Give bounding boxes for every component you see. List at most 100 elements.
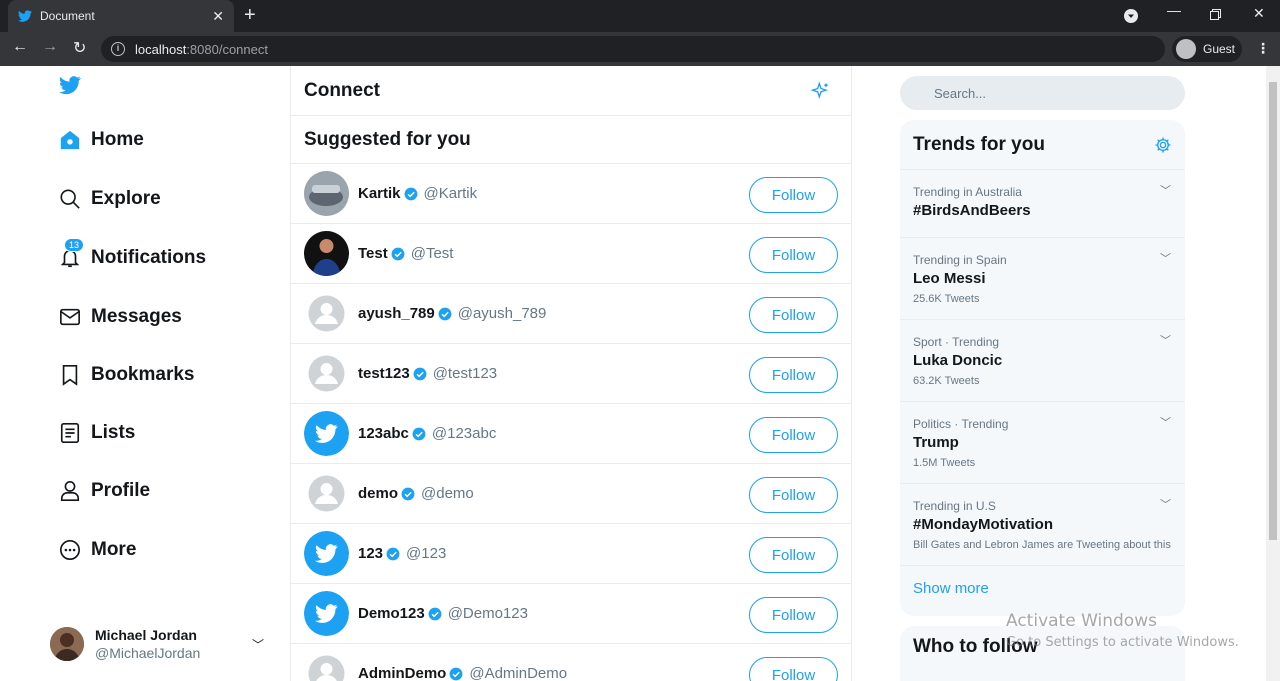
account-handle: @MichaelJordan — [95, 645, 201, 661]
user-row[interactable]: test123 @test123 Follow — [291, 344, 851, 404]
user-handle: @123 — [406, 545, 447, 562]
who-to-follow-title: Who to follow — [913, 636, 1038, 657]
list-icon — [58, 421, 82, 445]
nav-messages[interactable]: Messages — [58, 305, 182, 329]
follow-button[interactable]: Follow — [749, 237, 838, 273]
show-more-link[interactable]: Show more — [900, 566, 1185, 611]
user-name[interactable]: Test — [358, 245, 388, 262]
nav-lists[interactable]: Lists — [58, 421, 135, 445]
user-handle: @demo — [421, 485, 474, 502]
restore-icon[interactable] — [1210, 9, 1221, 20]
user-avatar[interactable] — [304, 351, 349, 396]
search-input[interactable]: Search... — [900, 76, 1185, 110]
follow-button[interactable]: Follow — [749, 657, 838, 681]
trend-item[interactable]: Politics · Trending Trump 1.5M Tweets ﹀ — [900, 402, 1185, 484]
user-avatar[interactable] — [304, 651, 349, 681]
main-header: Connect — [291, 66, 851, 116]
close-window-icon[interactable]: ✕ — [1253, 5, 1265, 22]
sparkle-icon[interactable] — [811, 80, 831, 101]
trend-item[interactable]: Trending in Australia #BirdsAndBeers ﹀ — [900, 170, 1185, 238]
trend-context: Sport · Trending — [913, 335, 1000, 349]
twitter-logo-icon[interactable] — [58, 74, 82, 96]
browser-tab[interactable]: Document ✕ — [8, 0, 234, 32]
follow-button[interactable]: Follow — [749, 357, 838, 393]
guest-profile-button[interactable]: Guest — [1172, 36, 1242, 62]
account-switcher[interactable]: Michael Jordan @MichaelJordan ﹀ — [50, 626, 272, 662]
nav-explore-label: Explore — [91, 188, 161, 209]
bell-icon: 13 — [58, 238, 85, 270]
nav-bookmarks[interactable]: Bookmarks — [58, 363, 195, 387]
follow-button[interactable]: Follow — [749, 597, 838, 633]
user-name[interactable]: Kartik — [358, 185, 401, 202]
trend-name: #BirdsAndBeers — [913, 202, 1031, 219]
user-avatar[interactable] — [304, 591, 349, 636]
page-scrollbar[interactable] — [1266, 66, 1280, 681]
verified-badge-icon — [412, 427, 426, 440]
address-bar[interactable]: i localhost:8080/connect — [101, 36, 1165, 62]
user-row[interactable]: ayush_789 @ayush_789 Follow — [291, 284, 851, 344]
nav-home-label: Home — [91, 129, 144, 150]
user-avatar[interactable] — [304, 411, 349, 456]
user-row[interactable]: Demo123 @Demo123 Follow — [291, 584, 851, 644]
profile-menu-icon[interactable] — [1124, 9, 1138, 23]
follow-button[interactable]: Follow — [749, 477, 838, 513]
forward-icon[interactable]: → — [42, 38, 58, 56]
follow-button[interactable]: Follow — [749, 297, 838, 333]
back-icon[interactable]: ← — [12, 38, 28, 56]
site-info-icon[interactable]: i — [111, 42, 125, 56]
user-name[interactable]: Demo123 — [358, 605, 425, 622]
nav-home[interactable]: Home — [58, 128, 144, 152]
user-name[interactable]: demo — [358, 485, 398, 502]
user-row[interactable]: AdminDemo @AdminDemo Follow — [291, 644, 851, 681]
follow-button[interactable]: Follow — [749, 537, 838, 573]
follow-button[interactable]: Follow — [749, 177, 838, 213]
user-avatar[interactable] — [304, 171, 349, 216]
gear-icon[interactable] — [1154, 136, 1172, 154]
browser-toolbar: ← → ↻ i localhost:8080/connect Guest ⋮ — [0, 32, 1280, 66]
user-row[interactable]: demo @demo Follow — [291, 464, 851, 524]
scrollbar-thumb[interactable] — [1269, 82, 1277, 540]
nav-more[interactable]: More — [58, 538, 136, 562]
user-row[interactable]: Kartik @Kartik Follow — [291, 164, 851, 224]
user-name[interactable]: 123 — [358, 545, 383, 562]
trend-item[interactable]: Trending in Spain Leo Messi 25.6K Tweets ﹀ — [900, 238, 1185, 320]
nav-explore[interactable]: Explore — [58, 187, 161, 211]
trend-item[interactable]: Sport · Trending Luka Doncic 63.2K Tweets ﹀ — [900, 320, 1185, 402]
minimize-icon[interactable]: — — [1167, 2, 1181, 18]
page-title: Connect — [304, 79, 380, 101]
guest-avatar-icon — [1176, 39, 1196, 59]
chevron-down-icon[interactable]: ﹀ — [1160, 182, 1171, 198]
chevron-down-icon[interactable]: ﹀ — [1160, 250, 1171, 266]
account-name: Michael Jordan — [95, 627, 197, 643]
user-row[interactable]: 123 @123 Follow — [291, 524, 851, 584]
user-name[interactable]: ayush_789 — [358, 305, 435, 322]
main-column: Connect Suggested for you Kartik @Kartik F… — [290, 66, 852, 681]
reload-icon[interactable]: ↻ — [73, 38, 86, 58]
nav-notifications[interactable]: 13 Notifications — [58, 238, 206, 270]
user-avatar[interactable] — [304, 291, 349, 336]
close-tab-icon[interactable]: ✕ — [212, 8, 224, 25]
follow-button[interactable]: Follow — [749, 417, 838, 453]
chevron-down-icon[interactable]: ﹀ — [1160, 496, 1171, 512]
chevron-down-icon[interactable]: ﹀ — [252, 636, 264, 653]
user-name[interactable]: AdminDemo — [358, 665, 446, 681]
user-row[interactable]: Test @Test Follow — [291, 224, 851, 284]
search-icon — [58, 187, 82, 211]
chevron-down-icon[interactable]: ﹀ — [1160, 332, 1171, 348]
tab-title: Document — [40, 9, 95, 23]
user-avatar[interactable] — [304, 531, 349, 576]
new-tab-icon[interactable]: + — [244, 4, 256, 27]
trend-item[interactable]: Trending in U.S #MondayMotivation Bill Gat… — [900, 484, 1185, 566]
url-text: localhost:8080/connect — [135, 41, 268, 57]
suggested-heading: Suggested for you — [291, 116, 851, 164]
browser-menu-icon[interactable]: ⋮ — [1256, 40, 1270, 57]
user-name[interactable]: 123abc — [358, 425, 409, 442]
user-list: Kartik @Kartik Follow Test @Test Follow ayush_… — [291, 164, 851, 681]
user-row[interactable]: 123abc @123abc Follow — [291, 404, 851, 464]
user-avatar[interactable] — [304, 471, 349, 516]
user-avatar[interactable] — [304, 231, 349, 276]
user-name[interactable]: test123 — [358, 365, 410, 382]
chevron-down-icon[interactable]: ﹀ — [1160, 414, 1171, 430]
user-handle: @123abc — [431, 425, 497, 442]
nav-profile[interactable]: Profile — [58, 479, 150, 503]
